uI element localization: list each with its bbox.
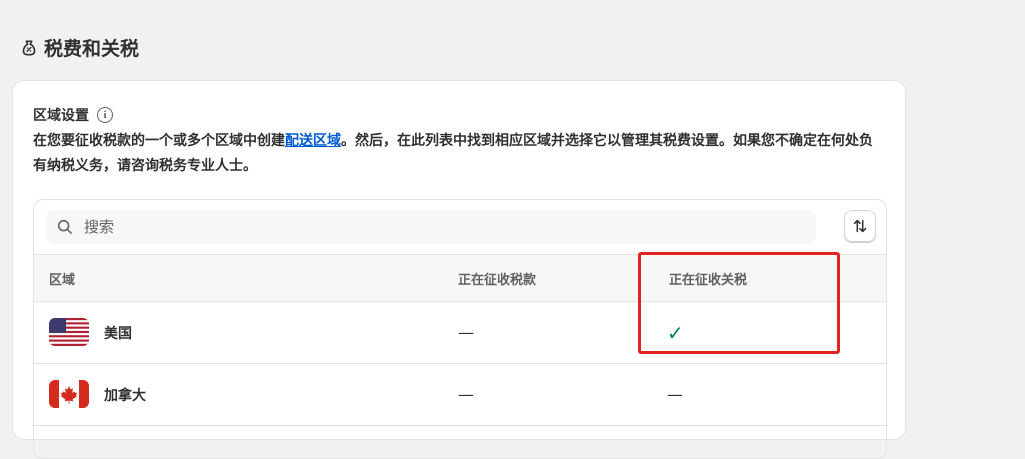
search-box[interactable]: [46, 210, 816, 244]
search-bar: [34, 200, 886, 255]
regions-table: 区域 正在征收税款 正在征收关税 美国 — ✓: [33, 199, 887, 459]
tax-bag-icon: [22, 39, 36, 56]
header-region: 区域: [49, 272, 76, 288]
shipping-zones-link[interactable]: 配送区域: [285, 133, 341, 149]
country-name: 加拿大: [104, 387, 146, 404]
section-header: 区域设置 i: [33, 105, 113, 125]
country-name: 美国: [104, 325, 132, 342]
duty-check-icon: ✓: [667, 320, 684, 345]
ca-flag-icon: [49, 380, 89, 408]
tax-status: —: [458, 385, 474, 404]
section-description: 在您要征收税款的一个或多个区域中创建配送区域。然后，在此列表中找到相应区域并选择…: [33, 133, 873, 174]
duty-status: —: [667, 385, 683, 404]
table-header: 区域 正在征收税款 正在征收关税: [34, 255, 886, 302]
table-row-ca[interactable]: 加拿大 — —: [34, 364, 886, 426]
region-settings-card: 区域设置 i 在您要征收税款的一个或多个区域中创建配送区域。然后，在此列表中找到…: [12, 80, 906, 459]
search-icon: [57, 219, 72, 234]
header-collecting-tax: 正在征收税款: [458, 272, 537, 288]
info-icon[interactable]: i: [97, 107, 113, 123]
table-row-us[interactable]: 美国 — ✓: [34, 302, 886, 364]
sort-button[interactable]: [844, 210, 876, 242]
us-flag-icon: [49, 318, 89, 346]
section-title: 区域设置: [33, 108, 89, 124]
page-title: 税费和关税: [44, 38, 140, 60]
page-header: 税费和关税: [20, 34, 139, 61]
sort-arrows-icon: [853, 219, 867, 233]
tax-status: —: [458, 323, 474, 342]
header-collecting-duty: 正在征收关税: [669, 272, 748, 288]
search-input[interactable]: [82, 217, 786, 237]
